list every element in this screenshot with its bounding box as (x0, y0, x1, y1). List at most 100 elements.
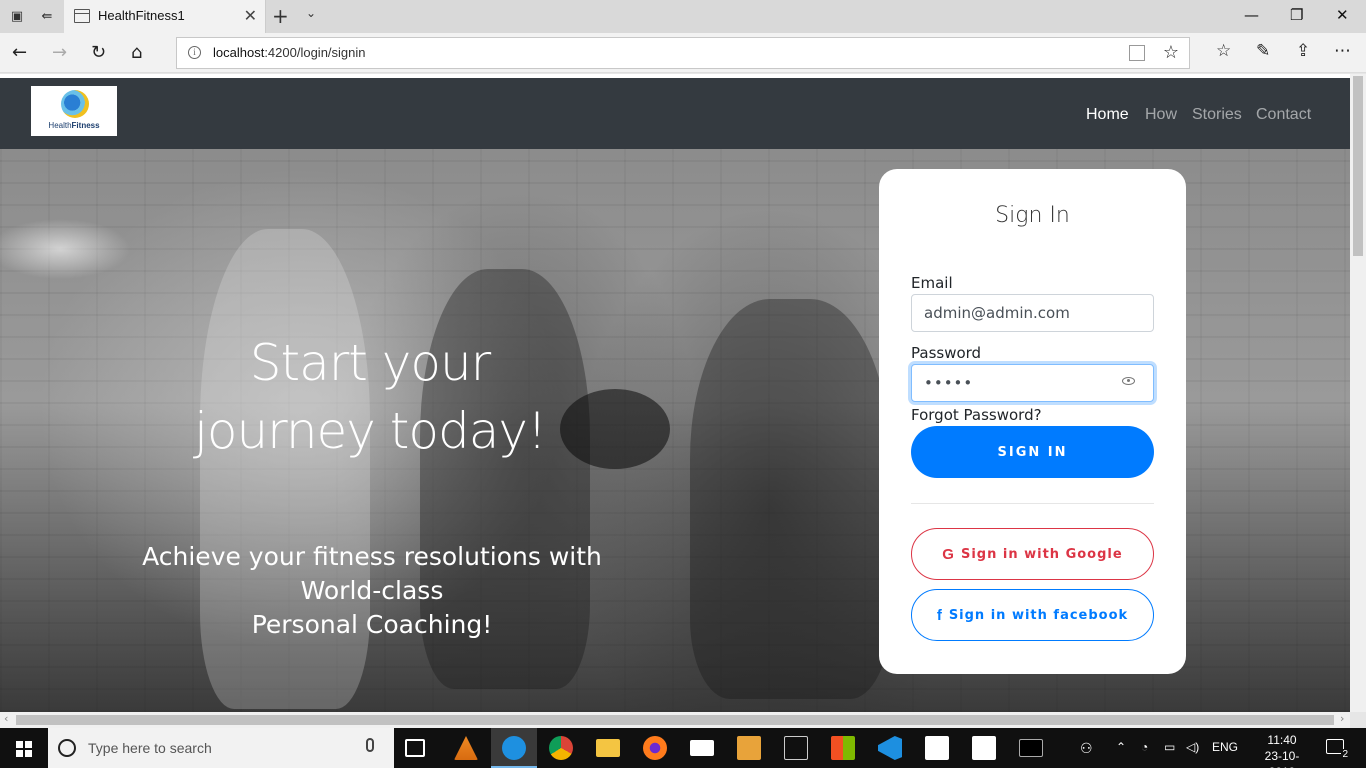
password-label: Password (911, 344, 982, 362)
taskbar-search-placeholder: Type here to search (88, 740, 212, 756)
logo-text: HealthFitness (31, 121, 117, 130)
battery-icon[interactable]: ▭ (1164, 740, 1175, 754)
cortana-icon (58, 739, 76, 757)
set-tabs-aside-icon[interactable]: ⇚ (38, 7, 56, 25)
firefox-icon[interactable] (643, 736, 667, 760)
hero-headline-line-2: journey today! (194, 402, 547, 460)
nav-how[interactable]: How (1145, 106, 1177, 124)
healthfitness-logo[interactable]: HealthFitness (31, 86, 117, 136)
show-password-eye-icon[interactable] (1122, 377, 1135, 385)
input-language[interactable]: ENG (1212, 740, 1238, 754)
browser-tab-bar: ▣ ⇚ HealthFitness1 ✕ + ⌄ — ❐ ✕ (0, 0, 1366, 33)
tray-chevron-icon[interactable]: ⌃ (1116, 740, 1126, 754)
email-field[interactable] (911, 294, 1154, 332)
store-icon[interactable] (831, 736, 855, 760)
share-icon[interactable]: ⇪ (1296, 41, 1310, 61)
page-viewport: HealthFitness Home How Stories Contact S… (0, 74, 1350, 712)
reading-view-icon[interactable] (1129, 45, 1145, 61)
app-document-icon[interactable] (784, 736, 808, 760)
url-text[interactable]: localhost:4200/login/signin (213, 45, 366, 60)
mongodb-compass-icon[interactable] (925, 736, 949, 760)
vertical-scrollbar[interactable] (1350, 74, 1366, 712)
forgot-password-link[interactable]: Forgot Password? (911, 406, 1042, 424)
nav-stories[interactable]: Stories (1192, 106, 1242, 124)
page-favicon-icon (74, 9, 90, 23)
scroll-right-icon[interactable]: › (1340, 712, 1344, 725)
tab-manager-icon[interactable]: ▣ (8, 7, 26, 25)
favorite-star-icon[interactable]: ☆ (1163, 42, 1179, 63)
chrome-icon[interactable] (549, 736, 573, 760)
url-field[interactable]: i localhost:4200/login/signin ☆ (176, 37, 1190, 69)
pen-icon[interactable]: ✎ (1256, 41, 1270, 61)
back-icon[interactable]: ← (12, 42, 27, 63)
logo-mark-icon (61, 90, 89, 118)
clock-time: 11:40 (1267, 733, 1297, 747)
password-field[interactable] (911, 364, 1154, 402)
edge-icon[interactable] (502, 736, 526, 760)
nav-home[interactable]: Home (1086, 106, 1129, 124)
taskbar-search[interactable]: Type here to search (48, 728, 394, 768)
command-prompt-icon[interactable] (1019, 739, 1043, 757)
vlc-icon[interactable] (454, 736, 478, 760)
mongodb-icon[interactable] (972, 736, 996, 760)
new-tab-icon[interactable]: + (272, 4, 289, 28)
horizontal-scroll-thumb[interactable] (16, 715, 1334, 725)
scroll-left-icon[interactable]: ‹ (4, 712, 8, 725)
file-explorer-icon[interactable] (596, 739, 620, 757)
mail-icon[interactable] (690, 740, 714, 756)
more-icon[interactable]: ⋯ (1334, 41, 1351, 61)
favorites-icon[interactable]: ☆ (1216, 41, 1231, 61)
taskbar-clock[interactable]: 11:40 23-10-2019 (1258, 732, 1306, 768)
hero-athlete-center (690, 299, 890, 699)
nav-contact[interactable]: Contact (1256, 106, 1311, 124)
url-host: localhost (213, 45, 265, 60)
home-icon[interactable]: ⌂ (131, 42, 142, 63)
logo-text-bold: Fitness (71, 121, 100, 130)
microphone-icon[interactable] (366, 738, 374, 752)
google-icon: G (942, 545, 955, 563)
app-orange-icon[interactable] (737, 736, 761, 760)
windows-taskbar: Type here to search ⚇ ⌃ ◔ ▭ ◁) ENG 11:40… (0, 728, 1366, 768)
vertical-scroll-thumb[interactable] (1353, 76, 1363, 256)
hero-headline-line-1: Start your (249, 334, 491, 392)
signin-title: Sign In (995, 203, 1070, 228)
url-path: :4200/login/signin (264, 45, 366, 60)
horizontal-scrollbar[interactable]: ‹ › (0, 712, 1350, 728)
site-navbar: HealthFitness Home How Stories Contact (0, 78, 1350, 149)
google-signin-label: Sign in with Google (960, 546, 1123, 562)
close-tab-icon[interactable]: ✕ (244, 6, 257, 25)
minimize-icon[interactable]: — (1244, 6, 1259, 24)
google-signin-button[interactable]: G Sign in with Google (911, 528, 1154, 580)
signin-card: Sign In Email Password Forgot Password? … (879, 169, 1186, 674)
restore-icon[interactable]: ❐ (1290, 6, 1303, 24)
hero-subheadline: Achieve your fitness resolutions with Wo… (140, 540, 604, 642)
tab-preview-chevron-icon[interactable]: ⌄ (306, 6, 316, 20)
action-center-icon[interactable]: 2 (1326, 739, 1349, 760)
browser-tab[interactable]: HealthFitness1 ✕ (64, 0, 266, 33)
logo-text-plain: Health (48, 121, 72, 130)
forward-icon[interactable]: → (52, 42, 67, 63)
refresh-icon[interactable]: ↻ (91, 42, 106, 63)
notification-count: 2 (1341, 749, 1349, 760)
hero-sub-line-1: Achieve your fitness resolutions with (142, 542, 602, 571)
people-icon[interactable]: ⚇ (1080, 740, 1093, 757)
email-label: Email (911, 274, 953, 292)
hero-headline: Start your journey today! (140, 329, 600, 465)
volume-icon[interactable]: ◁) (1186, 740, 1199, 754)
divider (911, 503, 1154, 504)
facebook-signin-label: Sign in with facebook (948, 607, 1129, 623)
hero-sub-line-3: Personal Coaching! (251, 610, 493, 639)
task-view-icon[interactable] (405, 739, 425, 757)
facebook-icon: f (936, 606, 943, 624)
tab-title: HealthFitness1 (98, 8, 185, 23)
facebook-signin-button[interactable]: f Sign in with facebook (911, 589, 1154, 641)
sign-in-button[interactable]: SIGN IN (911, 426, 1154, 478)
site-info-icon[interactable]: i (188, 46, 201, 59)
network-icon[interactable]: ◔ (1141, 740, 1148, 754)
address-bar: ← → ↻ ⌂ i localhost:4200/login/signin ☆ … (0, 33, 1366, 73)
hero-sub-line-2: World-class (300, 576, 444, 605)
close-window-icon[interactable]: ✕ (1336, 6, 1349, 24)
vscode-icon[interactable] (878, 736, 902, 760)
clock-date: 23-10-2019 (1264, 749, 1300, 768)
windows-start-icon[interactable] (16, 741, 32, 757)
